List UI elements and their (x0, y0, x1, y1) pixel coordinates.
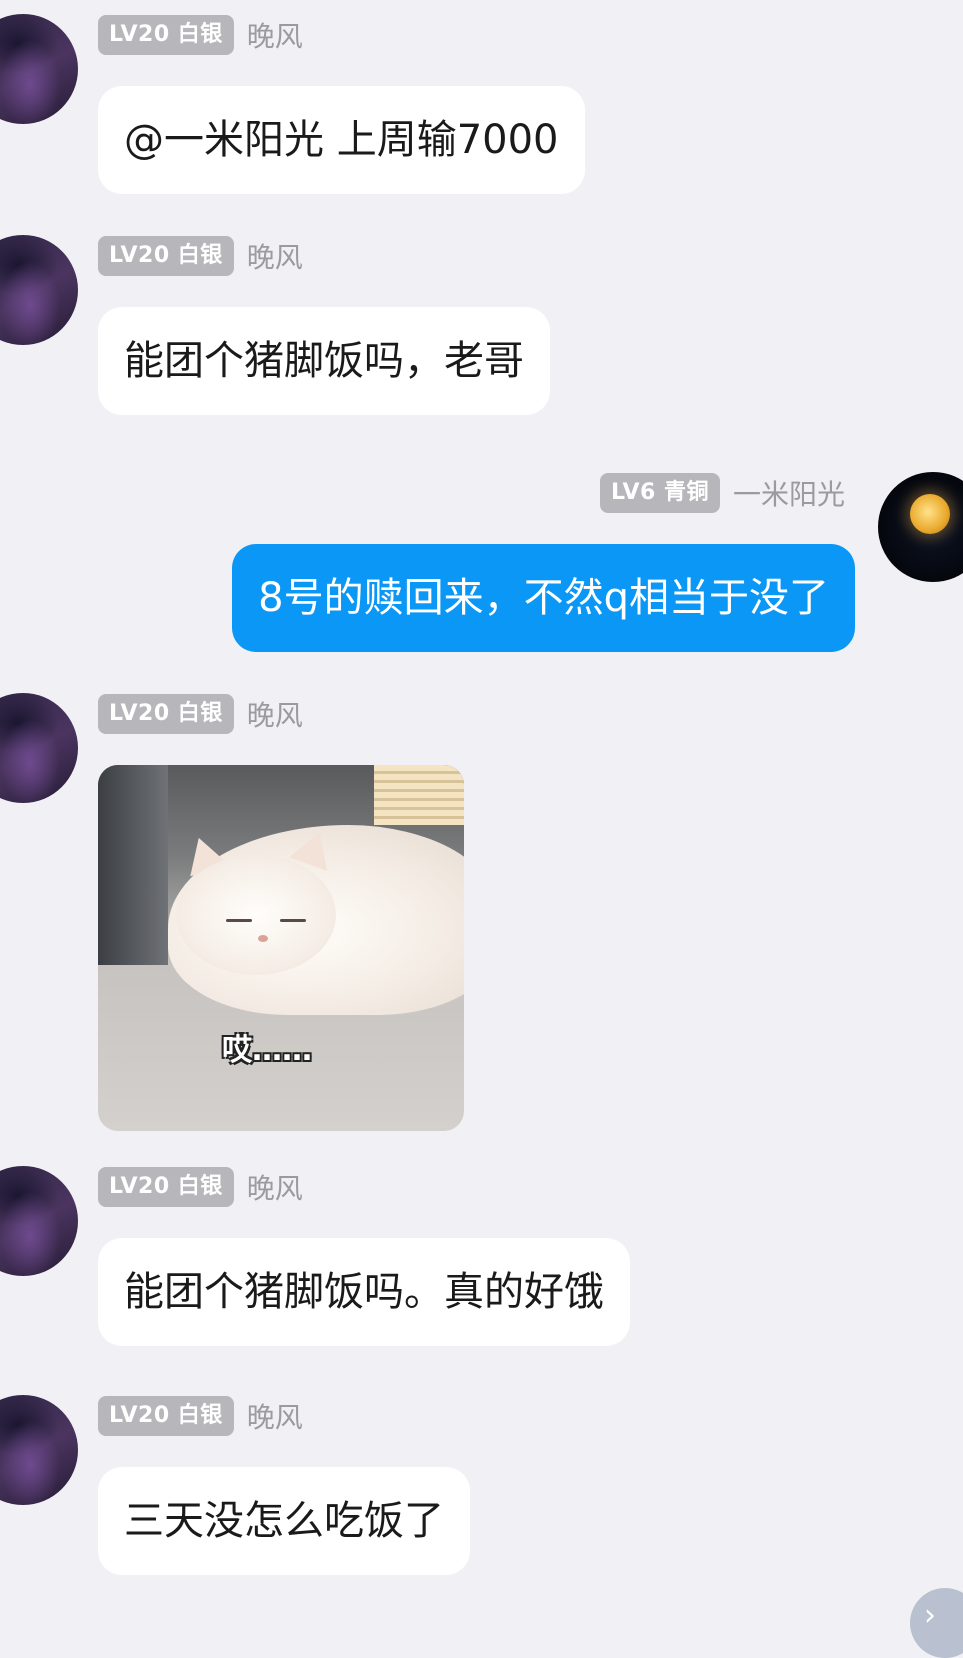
message-bubble[interactable]: 三天没怎么吃饭了 (98, 1467, 470, 1575)
chat-message: LV20 白银 晚风 哎…… (0, 679, 963, 1139)
user-avatar[interactable] (0, 693, 78, 803)
sender-name[interactable]: 晚风 (247, 15, 303, 55)
cat-head (176, 855, 336, 975)
message-bubble[interactable]: @一米阳光 上周输7000 (98, 86, 585, 194)
sender-name[interactable]: 晚风 (247, 1167, 303, 1207)
cat-eye (280, 919, 306, 922)
chat-message: LV20 白银 晚风 @一米阳光 上周输7000 (0, 0, 963, 200)
chat-message: LV20 白银 晚风 能团个猪脚饭吗，老哥 (0, 221, 963, 421)
sticker-image[interactable]: 哎…… (98, 765, 464, 1131)
scroll-down-button[interactable]: › (910, 1588, 963, 1658)
sender-name[interactable]: 晚风 (247, 1396, 303, 1436)
sender-name[interactable]: 一米阳光 (733, 473, 845, 513)
sender-name[interactable]: 晚风 (247, 694, 303, 734)
chat-message-self: LV6 青铜 一米阳光 8号的赎回来，不然q相当于没了 (0, 442, 963, 652)
chat-message: LV20 白银 晚风 三天没怎么吃饭了 (0, 1381, 963, 1581)
cat-nose (258, 935, 268, 942)
user-avatar[interactable] (0, 14, 78, 124)
message-header: LV20 白银 晚风 (98, 1396, 303, 1436)
message-header: LV6 青铜 一米阳光 (600, 473, 845, 513)
level-badge: LV20 白银 (98, 1167, 234, 1207)
level-badge: LV20 白银 (98, 236, 234, 276)
level-badge: LV20 白银 (98, 15, 234, 55)
user-avatar[interactable] (0, 1395, 78, 1505)
sticker-caption: 哎…… (222, 1033, 312, 1068)
message-header: LV20 白银 晚风 (98, 15, 303, 55)
message-header: LV20 白银 晚风 (98, 236, 303, 276)
user-avatar[interactable] (0, 235, 78, 345)
level-badge: LV6 青铜 (600, 473, 720, 513)
message-bubble[interactable]: 能团个猪脚饭吗，老哥 (98, 307, 550, 415)
message-bubble[interactable]: 能团个猪脚饭吗。真的好饿 (98, 1238, 630, 1346)
message-bubble[interactable]: 8号的赎回来，不然q相当于没了 (232, 544, 855, 652)
wall-shape (98, 765, 168, 965)
message-header: LV20 白银 晚风 (98, 694, 303, 734)
window-blinds (374, 765, 464, 825)
sender-name[interactable]: 晚风 (247, 236, 303, 276)
moon-icon (910, 494, 950, 534)
self-avatar[interactable] (878, 472, 963, 582)
chat-message: LV20 白银 晚风 能团个猪脚饭吗。真的好饿 (0, 1152, 963, 1352)
user-avatar[interactable] (0, 1166, 78, 1276)
message-header: LV20 白银 晚风 (98, 1167, 303, 1207)
level-badge: LV20 白银 (98, 1396, 234, 1436)
chevron-right-icon: › (924, 1598, 936, 1633)
level-badge: LV20 白银 (98, 694, 234, 734)
cat-eye (226, 919, 252, 922)
